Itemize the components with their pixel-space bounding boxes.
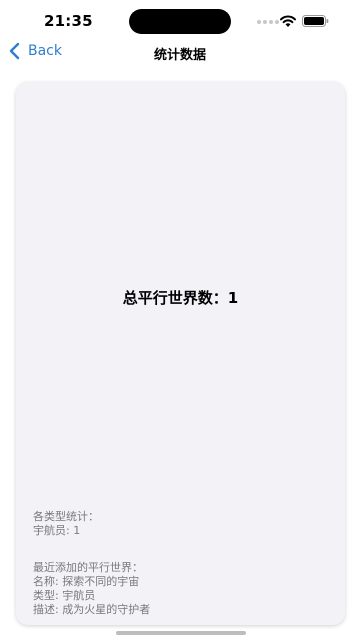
- wifi-icon: [280, 15, 296, 27]
- status-time: 21:35: [44, 12, 93, 30]
- home-indicator[interactable]: [116, 631, 246, 635]
- page-title: 统计数据: [153, 48, 206, 63]
- signal-icon: [257, 20, 279, 24]
- recent-world-name: 名称: 探索不同的宇宙: [33, 575, 140, 588]
- recent-world-section: 最近添加的平行世界： 名称: 探索不同的宇宙 类型: 宇航员 描述: 成为火星的…: [33, 561, 150, 617]
- recent-world-heading: 最近添加的平行世界：: [33, 561, 143, 574]
- type-stats-section: 各类型统计： 宇航员: 1: [33, 510, 99, 538]
- statistics-card: 总平行世界数：1 各类型统计： 宇航员: 1 最近添加的平行世界： 名称: 探索…: [16, 82, 345, 625]
- type-stats-item: 宇航员: 1: [33, 524, 81, 537]
- recent-world-description: 描述: 成为火星的守护者: [33, 603, 151, 616]
- battery-icon: [302, 15, 329, 27]
- recent-world-type: 类型: 宇航员: [33, 589, 96, 602]
- type-stats-heading: 各类型统计：: [33, 510, 99, 523]
- dynamic-island: [129, 9, 231, 34]
- total-worlds-label: 总平行世界数：1: [122, 289, 239, 307]
- navigation-bar: Back 统计数据: [0, 38, 360, 68]
